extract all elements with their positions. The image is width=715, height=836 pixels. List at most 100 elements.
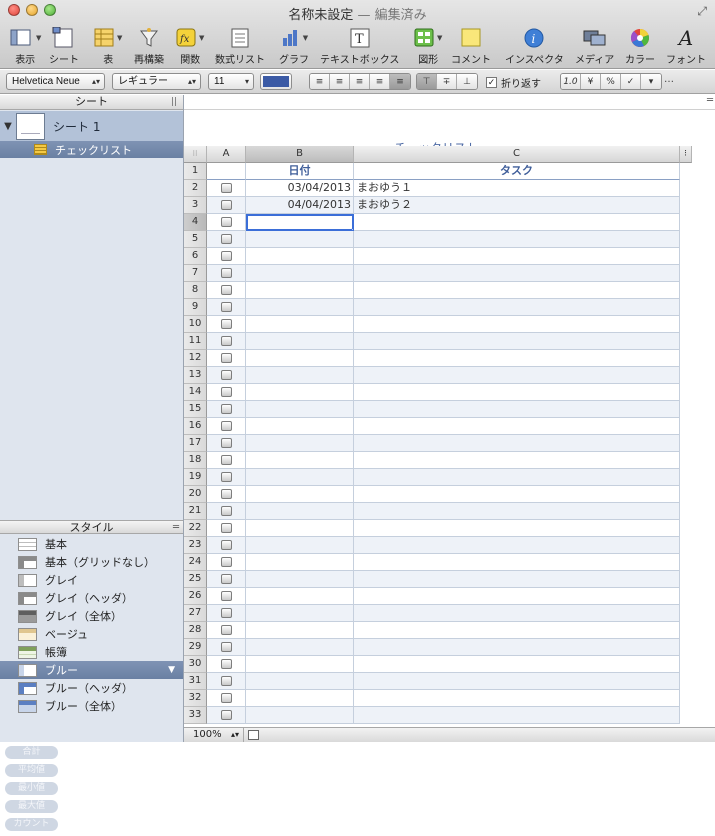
cell-c[interactable]: まおゆう２: [354, 197, 680, 214]
cell-b[interactable]: [246, 554, 354, 571]
row-number[interactable]: 10: [184, 316, 207, 333]
row-number[interactable]: 21: [184, 503, 207, 520]
row-number[interactable]: 9: [184, 299, 207, 316]
column-header-a[interactable]: A: [207, 146, 246, 163]
cell-b[interactable]: [246, 299, 354, 316]
cell-a[interactable]: [207, 673, 246, 690]
text-color-well[interactable]: [260, 73, 292, 90]
row-number[interactable]: 8: [184, 282, 207, 299]
cell-b[interactable]: [246, 418, 354, 435]
cell-b[interactable]: [246, 656, 354, 673]
cell-c[interactable]: [354, 622, 680, 639]
toolbar-inspector-button[interactable]: i インスペクタ: [505, 26, 564, 66]
cell-c[interactable]: [354, 503, 680, 520]
valign-bottom-button[interactable]: ⊥: [457, 74, 477, 89]
checkbox[interactable]: [220, 319, 232, 329]
cell-b[interactable]: [246, 622, 354, 639]
row-number[interactable]: 1: [184, 163, 207, 180]
cell-a[interactable]: [207, 299, 246, 316]
quick-function-button[interactable]: カウント: [5, 818, 58, 831]
cell-b[interactable]: [246, 231, 354, 248]
cell-a[interactable]: [207, 248, 246, 265]
style-item[interactable]: 基本（グリッドなし）: [0, 553, 183, 571]
toolbar-function-button[interactable]: fx ▼ 関数: [176, 26, 204, 66]
cell-a[interactable]: [207, 622, 246, 639]
row-number[interactable]: 15: [184, 401, 207, 418]
cell-c[interactable]: [354, 656, 680, 673]
sheet-item[interactable]: ▼ シート 1: [0, 111, 183, 141]
font-style-select[interactable]: レギュラー ▴▾: [112, 73, 201, 90]
valign-top-button[interactable]: ⊤: [417, 74, 437, 89]
cell-c[interactable]: [354, 333, 680, 350]
quick-function-button[interactable]: 合計: [5, 746, 58, 759]
toolbar-comment-button[interactable]: コメント: [451, 26, 491, 66]
row-number[interactable]: 23: [184, 537, 207, 554]
cell-c[interactable]: [354, 690, 680, 707]
table-item[interactable]: チェックリスト: [0, 141, 183, 158]
cell-c[interactable]: [354, 282, 680, 299]
align-right-button[interactable]: ≡: [350, 74, 370, 89]
row-number[interactable]: 27: [184, 605, 207, 622]
style-item[interactable]: 基本: [0, 535, 183, 553]
cell-c[interactable]: [354, 469, 680, 486]
cell-b[interactable]: 03/04/2013: [246, 180, 354, 197]
cell-c[interactable]: [354, 537, 680, 554]
cell-b[interactable]: [246, 486, 354, 503]
cell-a[interactable]: [207, 333, 246, 350]
checkbox[interactable]: [220, 455, 232, 465]
checkbox[interactable]: [220, 540, 232, 550]
style-item[interactable]: グレイ（ヘッダ）: [0, 589, 183, 607]
cell-c[interactable]: [354, 588, 680, 605]
cell-c[interactable]: [354, 401, 680, 418]
cell-a[interactable]: [207, 367, 246, 384]
row-number[interactable]: 32: [184, 690, 207, 707]
cell-c[interactable]: [354, 418, 680, 435]
cell-c[interactable]: [354, 554, 680, 571]
align-auto-button[interactable]: ≡: [390, 74, 410, 89]
checkbox[interactable]: [220, 234, 232, 244]
sheet-canvas[interactable]: ═ チェックリスト ⁝⁝ A B C ⁝ 1日付タスク203/04/2013まお…: [184, 95, 715, 727]
checkbox[interactable]: [220, 472, 232, 482]
cell-a[interactable]: [207, 384, 246, 401]
cell-c[interactable]: [354, 605, 680, 622]
cell-a[interactable]: [207, 503, 246, 520]
row-number[interactable]: 6: [184, 248, 207, 265]
cell-b[interactable]: [246, 282, 354, 299]
cell-a[interactable]: [207, 486, 246, 503]
checkbox[interactable]: [220, 591, 232, 601]
row-number[interactable]: 17: [184, 435, 207, 452]
checkbox[interactable]: [220, 438, 232, 448]
checkbox[interactable]: [220, 676, 232, 686]
checkbox[interactable]: [220, 693, 232, 703]
checkbox[interactable]: [220, 353, 232, 363]
wrap-checkbox[interactable]: ✓: [486, 77, 497, 88]
cell-c[interactable]: [354, 486, 680, 503]
cell-c[interactable]: [354, 231, 680, 248]
cell-a[interactable]: [207, 537, 246, 554]
cell-b[interactable]: [246, 248, 354, 265]
checkbox[interactable]: [220, 421, 232, 431]
cell-b[interactable]: [246, 605, 354, 622]
cell-b[interactable]: [246, 384, 354, 401]
checkbox[interactable]: [220, 268, 232, 278]
cell-a[interactable]: [207, 690, 246, 707]
toolbar-sheet-button[interactable]: シート: [49, 26, 79, 66]
cell-a[interactable]: [207, 707, 246, 724]
cell-a[interactable]: [207, 418, 246, 435]
row-number[interactable]: 22: [184, 520, 207, 537]
cell-b[interactable]: [246, 690, 354, 707]
table-corner-grip[interactable]: ⁝⁝: [184, 146, 207, 163]
cell-a[interactable]: [207, 231, 246, 248]
cell-b[interactable]: 日付: [246, 163, 354, 180]
style-item[interactable]: ブルー ▼: [0, 661, 183, 679]
cell-c[interactable]: [354, 520, 680, 537]
add-column-grip[interactable]: ⁝: [680, 146, 692, 163]
cell-a[interactable]: [207, 282, 246, 299]
cell-a[interactable]: [207, 180, 246, 197]
quick-function-button[interactable]: 最大値: [5, 800, 58, 813]
align-left-button[interactable]: ≡: [310, 74, 330, 89]
toolbar-colors-button[interactable]: カラー: [625, 26, 655, 66]
cell-b[interactable]: [246, 673, 354, 690]
checkbox[interactable]: [220, 523, 232, 533]
align-justify-button[interactable]: ≡: [370, 74, 390, 89]
